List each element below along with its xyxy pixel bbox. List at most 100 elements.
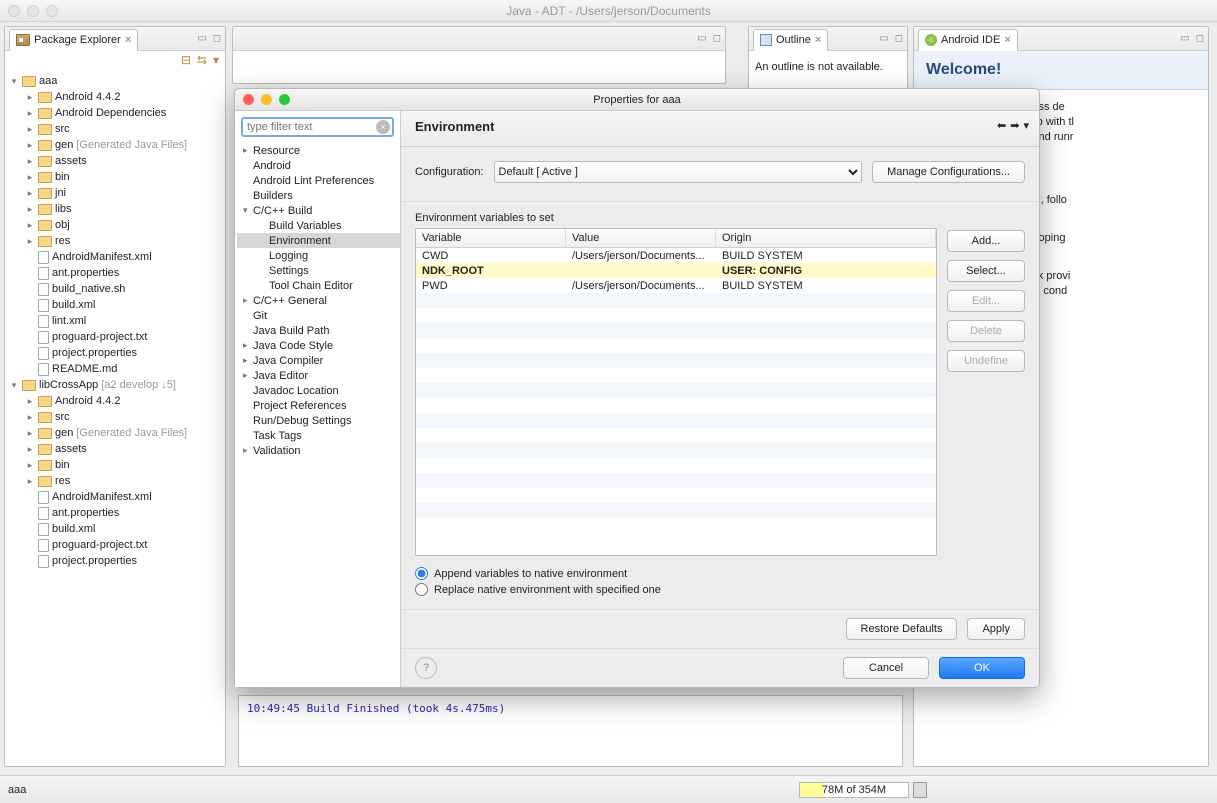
tree-item[interactable]: ▸res bbox=[9, 233, 221, 249]
category-settings[interactable]: Settings bbox=[237, 263, 400, 278]
tree-item[interactable]: lint.xml bbox=[9, 313, 221, 329]
radio-replace[interactable]: Replace native environment with specifie… bbox=[415, 583, 1025, 596]
tree-item[interactable]: proguard-project.txt bbox=[9, 329, 221, 345]
category-android[interactable]: Android bbox=[237, 158, 400, 173]
back-icon[interactable]: ⬅ bbox=[997, 119, 1006, 132]
tree-item[interactable]: ▸src bbox=[9, 121, 221, 137]
project-row[interactable]: ▾libCrossApp [a2 develop ↓5] bbox=[9, 377, 221, 393]
close-window-icon[interactable] bbox=[243, 94, 254, 105]
category-project-references[interactable]: Project References bbox=[237, 398, 400, 413]
category-tree[interactable]: ▸ResourceAndroidAndroid Lint Preferences… bbox=[235, 143, 400, 687]
tree-item[interactable]: build.xml bbox=[9, 297, 221, 313]
category-java-editor[interactable]: ▸Java Editor bbox=[237, 368, 400, 383]
forward-icon[interactable]: ➡ bbox=[1010, 119, 1019, 132]
collapse-all-icon[interactable]: ⊟ bbox=[181, 53, 191, 69]
minimize-window-icon[interactable] bbox=[261, 94, 272, 105]
restore-defaults-button[interactable]: Restore Defaults bbox=[846, 618, 958, 640]
tab-android-ide[interactable]: Android IDE × bbox=[918, 29, 1018, 51]
tree-item[interactable]: ▸src bbox=[9, 409, 221, 425]
manage-configs-button[interactable]: Manage Configurations... bbox=[872, 161, 1025, 183]
category-c-c-general[interactable]: ▸C/C++ General bbox=[237, 293, 400, 308]
category-logging[interactable]: Logging bbox=[237, 248, 400, 263]
category-java-code-style[interactable]: ▸Java Code Style bbox=[237, 338, 400, 353]
tree-item[interactable]: ▸Android 4.4.2 bbox=[9, 89, 221, 105]
minimize-icon[interactable]: ▭ bbox=[879, 33, 888, 44]
maximize-icon[interactable]: ◻ bbox=[1196, 33, 1204, 44]
undefine-button[interactable]: Undefine bbox=[947, 350, 1025, 372]
category-run-debug-settings[interactable]: Run/Debug Settings bbox=[237, 413, 400, 428]
tree-item[interactable]: build_native.sh bbox=[9, 281, 221, 297]
table-row[interactable]: PWD/Users/jerson/Documents...BUILD SYSTE… bbox=[416, 278, 936, 293]
tree-item[interactable]: ▸assets bbox=[9, 441, 221, 457]
category-environment[interactable]: Environment bbox=[237, 233, 400, 248]
project-row[interactable]: ▾aaa bbox=[9, 73, 221, 89]
maximize-icon[interactable]: ◻ bbox=[213, 33, 221, 44]
col-origin[interactable]: Origin bbox=[716, 229, 936, 247]
col-value[interactable]: Value bbox=[566, 229, 716, 247]
col-variable[interactable]: Variable bbox=[416, 229, 566, 247]
link-editor-icon[interactable]: ⇆ bbox=[197, 53, 207, 69]
apply-button[interactable]: Apply bbox=[967, 618, 1025, 640]
tree-item[interactable]: ▸bin bbox=[9, 457, 221, 473]
add-button[interactable]: Add... bbox=[947, 230, 1025, 252]
tree-item[interactable]: build.xml bbox=[9, 521, 221, 537]
delete-button[interactable]: Delete bbox=[947, 320, 1025, 342]
help-icon[interactable]: ? bbox=[415, 657, 437, 679]
category-validation[interactable]: ▸Validation bbox=[237, 443, 400, 458]
view-menu-icon[interactable]: ▾ bbox=[213, 53, 219, 69]
tree-item[interactable]: ant.properties bbox=[9, 505, 221, 521]
category-android-lint-preferences[interactable]: Android Lint Preferences bbox=[237, 173, 400, 188]
category-tool-chain-editor[interactable]: Tool Chain Editor bbox=[237, 278, 400, 293]
filter-input[interactable] bbox=[241, 117, 394, 137]
ok-button[interactable]: OK bbox=[939, 657, 1025, 679]
close-icon[interactable]: × bbox=[815, 34, 821, 46]
category-builders[interactable]: Builders bbox=[237, 188, 400, 203]
zoom-window-icon[interactable] bbox=[279, 94, 290, 105]
tree-item[interactable]: ▸assets bbox=[9, 153, 221, 169]
tree-item[interactable]: AndroidManifest.xml bbox=[9, 489, 221, 505]
tree-item[interactable]: proguard-project.txt bbox=[9, 537, 221, 553]
close-icon[interactable]: × bbox=[1004, 34, 1010, 46]
config-select[interactable]: Default [ Active ] bbox=[494, 161, 863, 183]
tree-item[interactable]: ▸bin bbox=[9, 169, 221, 185]
minimize-icon[interactable]: ▭ bbox=[197, 33, 206, 44]
tree-item[interactable]: ▸gen [Generated Java Files] bbox=[9, 137, 221, 153]
clear-filter-icon[interactable]: × bbox=[376, 120, 390, 134]
table-row[interactable]: CWD/Users/jerson/Documents...BUILD SYSTE… bbox=[416, 248, 936, 263]
tree-item[interactable]: ▸gen [Generated Java Files] bbox=[9, 425, 221, 441]
tree-item[interactable]: project.properties bbox=[9, 345, 221, 361]
category-c-c-build[interactable]: ▾C/C++ Build bbox=[237, 203, 400, 218]
tree-item[interactable]: project.properties bbox=[9, 553, 221, 569]
tree-item[interactable]: ▸Android 4.4.2 bbox=[9, 393, 221, 409]
tree-item[interactable]: ant.properties bbox=[9, 265, 221, 281]
table-row[interactable]: NDK_ROOTUSER: CONFIG bbox=[416, 263, 936, 278]
edit-button[interactable]: Edit... bbox=[947, 290, 1025, 312]
minimize-icon[interactable]: ▭ bbox=[697, 33, 706, 44]
cancel-button[interactable]: Cancel bbox=[843, 657, 929, 679]
category-resource[interactable]: ▸Resource bbox=[237, 143, 400, 158]
tree-item[interactable]: AndroidManifest.xml bbox=[9, 249, 221, 265]
gc-icon[interactable] bbox=[913, 782, 927, 798]
select-button[interactable]: Select... bbox=[947, 260, 1025, 282]
tree-item[interactable]: ▸obj bbox=[9, 217, 221, 233]
tree-item[interactable]: README.md bbox=[9, 361, 221, 377]
category-build-variables[interactable]: Build Variables bbox=[237, 218, 400, 233]
tab-package-explorer[interactable]: Package Explorer × bbox=[9, 29, 138, 51]
category-javadoc-location[interactable]: Javadoc Location bbox=[237, 383, 400, 398]
tree-item[interactable]: ▸res bbox=[9, 473, 221, 489]
category-java-compiler[interactable]: ▸Java Compiler bbox=[237, 353, 400, 368]
category-java-build-path[interactable]: Java Build Path bbox=[237, 323, 400, 338]
tab-outline[interactable]: Outline × bbox=[753, 29, 828, 51]
menu-icon[interactable]: ▾ bbox=[1023, 119, 1029, 132]
maximize-icon[interactable]: ◻ bbox=[713, 33, 721, 44]
package-tree[interactable]: ▾aaa▸Android 4.4.2▸Android Dependencies▸… bbox=[9, 73, 221, 762]
minimize-icon[interactable]: ▭ bbox=[1180, 33, 1189, 44]
category-git[interactable]: Git bbox=[237, 308, 400, 323]
tree-item[interactable]: ▸Android Dependencies bbox=[9, 105, 221, 121]
close-icon[interactable]: × bbox=[125, 34, 131, 46]
env-table[interactable]: Variable Value Origin CWD/Users/jerson/D… bbox=[415, 228, 937, 556]
category-task-tags[interactable]: Task Tags bbox=[237, 428, 400, 443]
tree-item[interactable]: ▸jni bbox=[9, 185, 221, 201]
maximize-icon[interactable]: ◻ bbox=[895, 33, 903, 44]
radio-append[interactable]: Append variables to native environment bbox=[415, 567, 1025, 580]
